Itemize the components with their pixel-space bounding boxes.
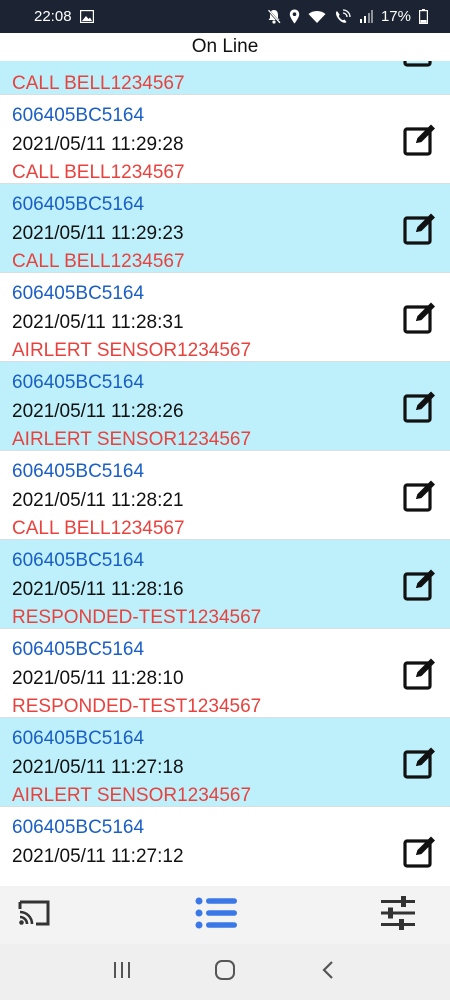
list-item[interactable]: 606405BC51642021/05/11 11:29:33CALL BELL… xyxy=(0,61,450,95)
list-item[interactable]: 606405BC5164 2021/05/11 11:28:26 AIRLERT S… xyxy=(0,362,450,451)
device-id: 606405BC5164 xyxy=(12,817,145,838)
list-item[interactable]: 606405BC5164 2021/05/11 11:28:21 CALL BELL… xyxy=(0,451,450,540)
device-id: 606405BC5164 xyxy=(12,550,145,571)
list-item[interactable]: 606405BC5164 2021/05/11 11:28:31 AIRLERT S… xyxy=(0,273,450,362)
settings-sliders-icon xyxy=(380,895,416,935)
list-icon xyxy=(195,896,237,935)
signal-icon xyxy=(359,10,373,23)
battery-icon xyxy=(419,9,428,24)
event-timestamp: 2021/05/11 11:28:10 xyxy=(12,667,184,689)
device-id: 606405BC5164 xyxy=(12,372,145,393)
recent-apps-icon xyxy=(113,961,131,984)
wifi-calling-icon xyxy=(334,9,351,24)
location-icon xyxy=(289,9,300,24)
device-id: 606405BC5164 xyxy=(12,105,145,126)
edit-icon xyxy=(402,747,438,784)
edit-icon xyxy=(402,302,438,339)
edit-button[interactable] xyxy=(402,744,438,780)
edit-icon xyxy=(402,124,438,161)
event-list[interactable]: 606405BC51642021/05/11 11:29:33CALL BELL… xyxy=(0,61,450,886)
edit-button[interactable] xyxy=(402,61,438,68)
clock: 22:08 xyxy=(34,8,72,25)
list-item[interactable]: 606405BC5164 2021/05/11 11:29:23 CALL BELL… xyxy=(0,184,450,273)
list-item[interactable]: 606405BC5164 2021/05/11 11:27:18 AIRLERT S… xyxy=(0,718,450,807)
edit-button[interactable] xyxy=(402,833,438,869)
event-timestamp: 2021/05/11 11:28:31 xyxy=(12,311,184,333)
bottom-nav xyxy=(0,886,450,944)
page-title: On Line xyxy=(0,33,450,61)
event-list-content: 606405BC51642021/05/11 11:29:33CALL BELL… xyxy=(0,61,450,886)
list-item[interactable]: 606405BC5164 2021/05/11 11:28:10 RESPONDED… xyxy=(0,629,450,718)
system-nav xyxy=(0,944,450,1000)
device-id: 606405BC5164 xyxy=(12,461,145,482)
list-item[interactable]: 606405BC5164 2021/05/11 11:27:12 xyxy=(0,807,450,886)
device-id: 606405BC5164 xyxy=(12,639,145,660)
list-button[interactable] xyxy=(195,895,237,935)
back-icon xyxy=(321,960,335,985)
recent-apps-button[interactable] xyxy=(102,952,142,992)
edit-icon xyxy=(402,213,438,250)
cast-icon xyxy=(16,897,52,934)
event-timestamp: 2021/05/11 11:28:16 xyxy=(12,578,184,600)
event-timestamp: 2021/05/11 11:28:26 xyxy=(12,400,184,422)
edit-button[interactable] xyxy=(402,299,438,335)
edit-icon xyxy=(402,658,438,695)
settings-button[interactable] xyxy=(378,895,418,935)
edit-icon xyxy=(402,391,438,428)
event-timestamp: 2021/05/11 11:29:33 xyxy=(12,61,450,70)
list-item[interactable]: 606405BC5164 2021/05/11 11:28:16 RESPONDED… xyxy=(0,540,450,629)
cast-button[interactable] xyxy=(14,895,54,935)
mute-icon xyxy=(267,9,281,24)
list-item[interactable]: 606405BC5164 2021/05/11 11:29:28 CALL BELL… xyxy=(0,95,450,184)
event-timestamp: 2021/05/11 11:27:18 xyxy=(12,756,184,778)
edit-button[interactable] xyxy=(402,566,438,602)
edit-icon xyxy=(402,480,438,517)
wifi-icon xyxy=(308,10,326,24)
battery-label: 17% xyxy=(380,8,411,25)
image-icon xyxy=(79,10,94,23)
home-button[interactable] xyxy=(205,952,245,992)
event-timestamp: 2021/05/11 11:27:12 xyxy=(12,845,184,867)
status-bar: 22:08 17% xyxy=(0,0,450,33)
edit-icon xyxy=(402,569,438,606)
device-id: 606405BC5164 xyxy=(12,728,145,749)
back-button[interactable] xyxy=(308,952,348,992)
event-timestamp: 2021/05/11 11:28:21 xyxy=(12,489,184,511)
edit-icon xyxy=(402,836,438,873)
device-id: 606405BC5164 xyxy=(12,283,145,304)
event-timestamp: 2021/05/11 11:29:23 xyxy=(12,222,184,244)
edit-icon xyxy=(402,61,438,72)
edit-button[interactable] xyxy=(402,477,438,513)
status-bar-left: 22:08 xyxy=(34,8,94,25)
edit-button[interactable] xyxy=(402,121,438,157)
edit-button[interactable] xyxy=(402,210,438,246)
edit-button[interactable] xyxy=(402,388,438,424)
status-bar-right: 17% xyxy=(267,8,428,25)
home-icon xyxy=(214,959,236,986)
device-id: 606405BC5164 xyxy=(12,194,145,215)
event-timestamp: 2021/05/11 11:29:28 xyxy=(12,133,184,155)
edit-button[interactable] xyxy=(402,655,438,691)
